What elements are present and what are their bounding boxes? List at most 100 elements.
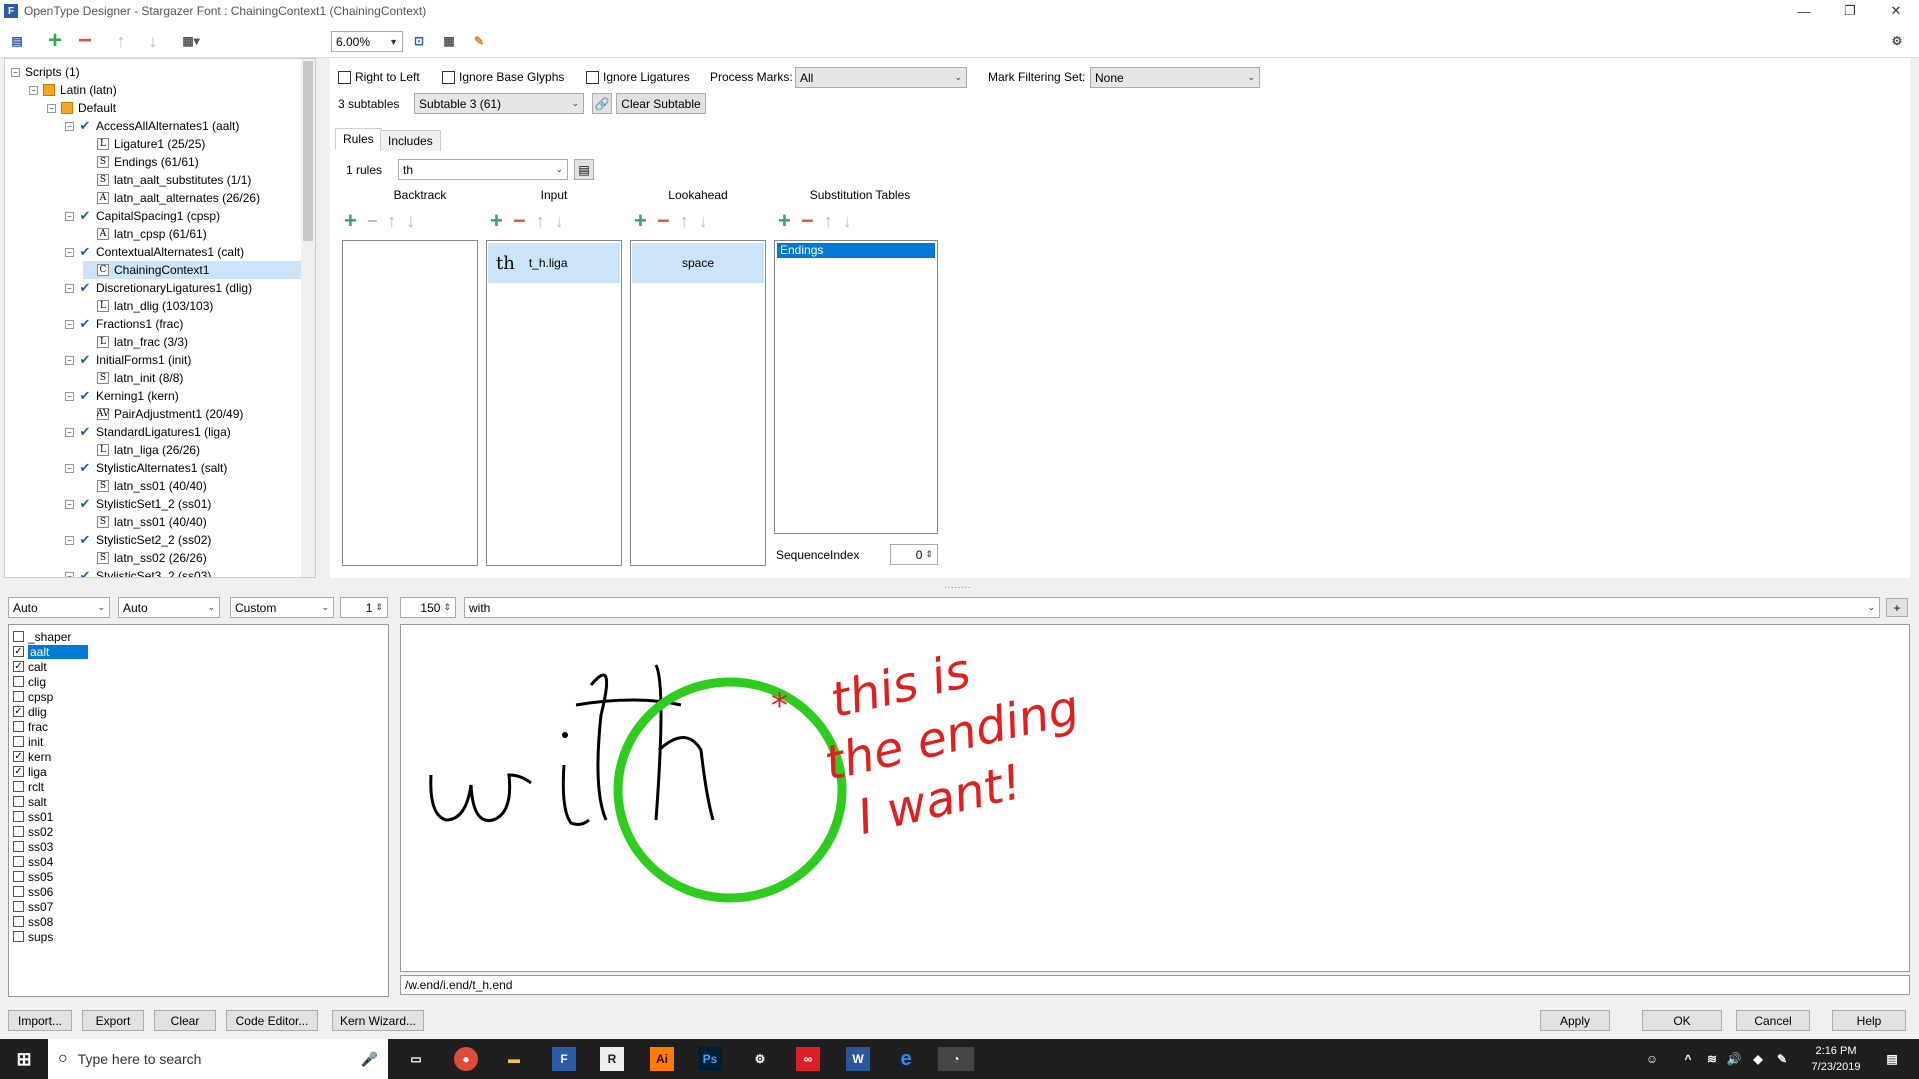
process-marks-select[interactable]: All ⌄ [795, 67, 967, 88]
expand-toggle-icon[interactable]: − [47, 103, 56, 113]
tree-node[interactable]: Llatn_liga (26/26) [83, 441, 200, 459]
expand-toggle-icon[interactable]: − [65, 391, 74, 401]
code-editor-button[interactable]: Code Editor... [226, 1010, 318, 1031]
zoom-select[interactable]: 6.00% ▼ [331, 31, 403, 52]
feature-item[interactable]: ss07 [13, 899, 53, 914]
task-view-icon[interactable]: ▭ [404, 1047, 428, 1071]
lookahead-item[interactable]: space [632, 243, 764, 283]
subst-item[interactable]: Endings [777, 243, 935, 258]
tree-node[interactable]: − ✔ CapitalSpacing1 (cpsp) [65, 207, 220, 225]
word-icon[interactable]: W [846, 1047, 870, 1071]
import-button[interactable]: Import... [8, 1010, 72, 1031]
clear-subtable-button[interactable]: Clear Subtable [616, 93, 706, 114]
tree-node[interactable]: C ChainingContext1 [83, 261, 301, 279]
people-icon[interactable]: ☺ [1640, 1047, 1664, 1071]
ignore-base-glyphs-checkbox[interactable]: Ignore Base Glyphs [442, 70, 564, 84]
remove-icon[interactable]: − [367, 211, 378, 232]
tab-includes[interactable]: Includes [380, 130, 441, 151]
tree-node[interactable]: − Default [47, 99, 116, 117]
clock[interactable]: 2:16 PM 7/23/2019 [1800, 1043, 1872, 1075]
tree-node[interactable]: − Scripts (1) [11, 63, 80, 81]
feature-item[interactable]: ss02 [13, 824, 53, 839]
feature-item[interactable]: ✓ dlig [13, 704, 47, 719]
feature-item[interactable]: rclt [13, 779, 44, 794]
language-select[interactable]: Auto ⌄ [118, 597, 220, 618]
feature-item[interactable]: salt [13, 794, 47, 809]
tab-rules[interactable]: Rules [335, 128, 382, 149]
photoshop-icon[interactable]: Ps [698, 1047, 722, 1071]
input-glyph-item[interactable]: th t_h.liga [488, 243, 620, 283]
backtrack-list[interactable] [342, 240, 478, 566]
fit-icon[interactable]: ⊡ [408, 30, 430, 52]
settings-icon[interactable]: ⚙ [748, 1047, 772, 1071]
feature-checkbox[interactable]: ✓ [13, 766, 24, 777]
tree-node[interactable]: Llatn_frac (3/3) [83, 333, 188, 351]
clear-button[interactable]: Clear [154, 1010, 216, 1031]
tree-node[interactable]: Slatn_ss01 (40/40) [83, 477, 207, 495]
line-spinner[interactable]: 1 ⇕ [340, 597, 388, 618]
move-up-icon[interactable]: ↑ [110, 30, 132, 52]
down-icon[interactable]: ↓ [843, 211, 852, 232]
remove-icon[interactable]: − [74, 27, 96, 54]
pen-icon[interactable]: ✎ [1770, 1047, 1794, 1071]
tree-node[interactable]: − ✔ StylisticAlternates1 (salt) [65, 459, 227, 477]
taskbar-search[interactable]: ○ Type here to search 🎤 [48, 1039, 388, 1079]
document-app-icon[interactable]: R [600, 1047, 624, 1071]
feature-checkbox[interactable] [13, 931, 24, 942]
feature-mode-select[interactable]: Custom ⌄ [230, 597, 334, 618]
tree-node[interactable]: Slatn_init (8/8) [83, 369, 183, 387]
feature-item[interactable]: ✓ kern [13, 749, 51, 764]
feature-checkbox[interactable] [13, 916, 24, 927]
tree-node[interactable]: Slatn_ss01 (40/40) [83, 513, 207, 531]
input-list[interactable]: th t_h.liga [486, 240, 622, 566]
apply-button[interactable]: Apply [1540, 1010, 1610, 1031]
tree-node[interactable]: − ✔ StandardLigatures1 (liga) [65, 423, 231, 441]
tree-node[interactable]: Alatn_cpsp (61/61) [83, 225, 207, 243]
chrome-icon[interactable]: ● [454, 1047, 478, 1071]
tree-node[interactable]: − ✔ ContextualAlternates1 (calt) [65, 243, 244, 261]
script-select[interactable]: Auto ⌄ [8, 597, 110, 618]
tree-node[interactable]: − ✔ StylisticSet1_2 (ss01) [65, 495, 211, 513]
expand-toggle-icon[interactable]: − [65, 121, 74, 131]
feature-checkbox[interactable] [13, 871, 24, 882]
expand-toggle-icon[interactable]: − [65, 283, 74, 293]
expand-toggle-icon[interactable]: − [65, 427, 74, 437]
feature-checkbox[interactable]: ✓ [13, 661, 24, 672]
feature-checkbox[interactable] [13, 826, 24, 837]
microphone-icon[interactable]: 🎤 [361, 1051, 378, 1068]
tree-node[interactable]: − Latin (latn) [29, 81, 117, 99]
feature-item[interactable]: ✓ aalt [13, 644, 88, 659]
subst-list[interactable]: Endings [774, 240, 938, 534]
add-icon[interactable]: + [490, 208, 503, 234]
feature-checkbox[interactable] [13, 796, 24, 807]
expand-toggle-icon[interactable]: − [65, 499, 74, 509]
new-feature-icon[interactable]: ▤ [6, 30, 28, 52]
expand-toggle-icon[interactable]: − [65, 355, 74, 365]
feature-checkbox[interactable] [13, 631, 24, 642]
down-icon[interactable]: ↓ [555, 211, 564, 232]
feature-item[interactable]: frac [13, 719, 48, 734]
ok-button[interactable]: OK [1642, 1010, 1722, 1031]
feature-item[interactable]: cpsp [13, 689, 53, 704]
tree-node[interactable]: Slatn_ss02 (26/26) [83, 549, 207, 567]
feature-checkbox[interactable] [13, 676, 24, 687]
tree-node[interactable]: − ✔ Fractions1 (frac) [65, 315, 183, 333]
volume-icon[interactable]: 🔊 [1722, 1047, 1746, 1071]
subtable-select[interactable]: Subtable 3 (61) ⌄ [414, 93, 584, 114]
size-spinner[interactable]: 150 ⇕ [400, 597, 456, 618]
tree-node[interactable]: L Ligature1 (25/25) [83, 135, 205, 153]
tree-node[interactable]: − ✔ DiscretionaryLigatures1 (dlig) [65, 279, 252, 297]
settings-gear-icon[interactable]: ⚙ [1886, 30, 1908, 52]
tree-node[interactable]: − ✔ StylisticSet2_2 (ss02) [65, 531, 211, 549]
feature-checkbox[interactable]: ✓ [13, 706, 24, 717]
feature-checkbox[interactable] [13, 901, 24, 912]
feature-checkbox[interactable] [13, 886, 24, 897]
network-icon[interactable]: ≋ [1700, 1047, 1724, 1071]
feature-checkbox[interactable] [13, 841, 24, 852]
maximize-button[interactable]: ❐ [1827, 0, 1873, 22]
sequence-index-input[interactable]: 0 ⇕ [890, 544, 938, 565]
expand-toggle-icon[interactable]: − [29, 85, 38, 95]
minimize-button[interactable]: — [1781, 0, 1827, 22]
tree-node[interactable]: Alatn_aalt_alternates (26/26) [83, 189, 260, 207]
feature-item[interactable]: ss04 [13, 854, 53, 869]
